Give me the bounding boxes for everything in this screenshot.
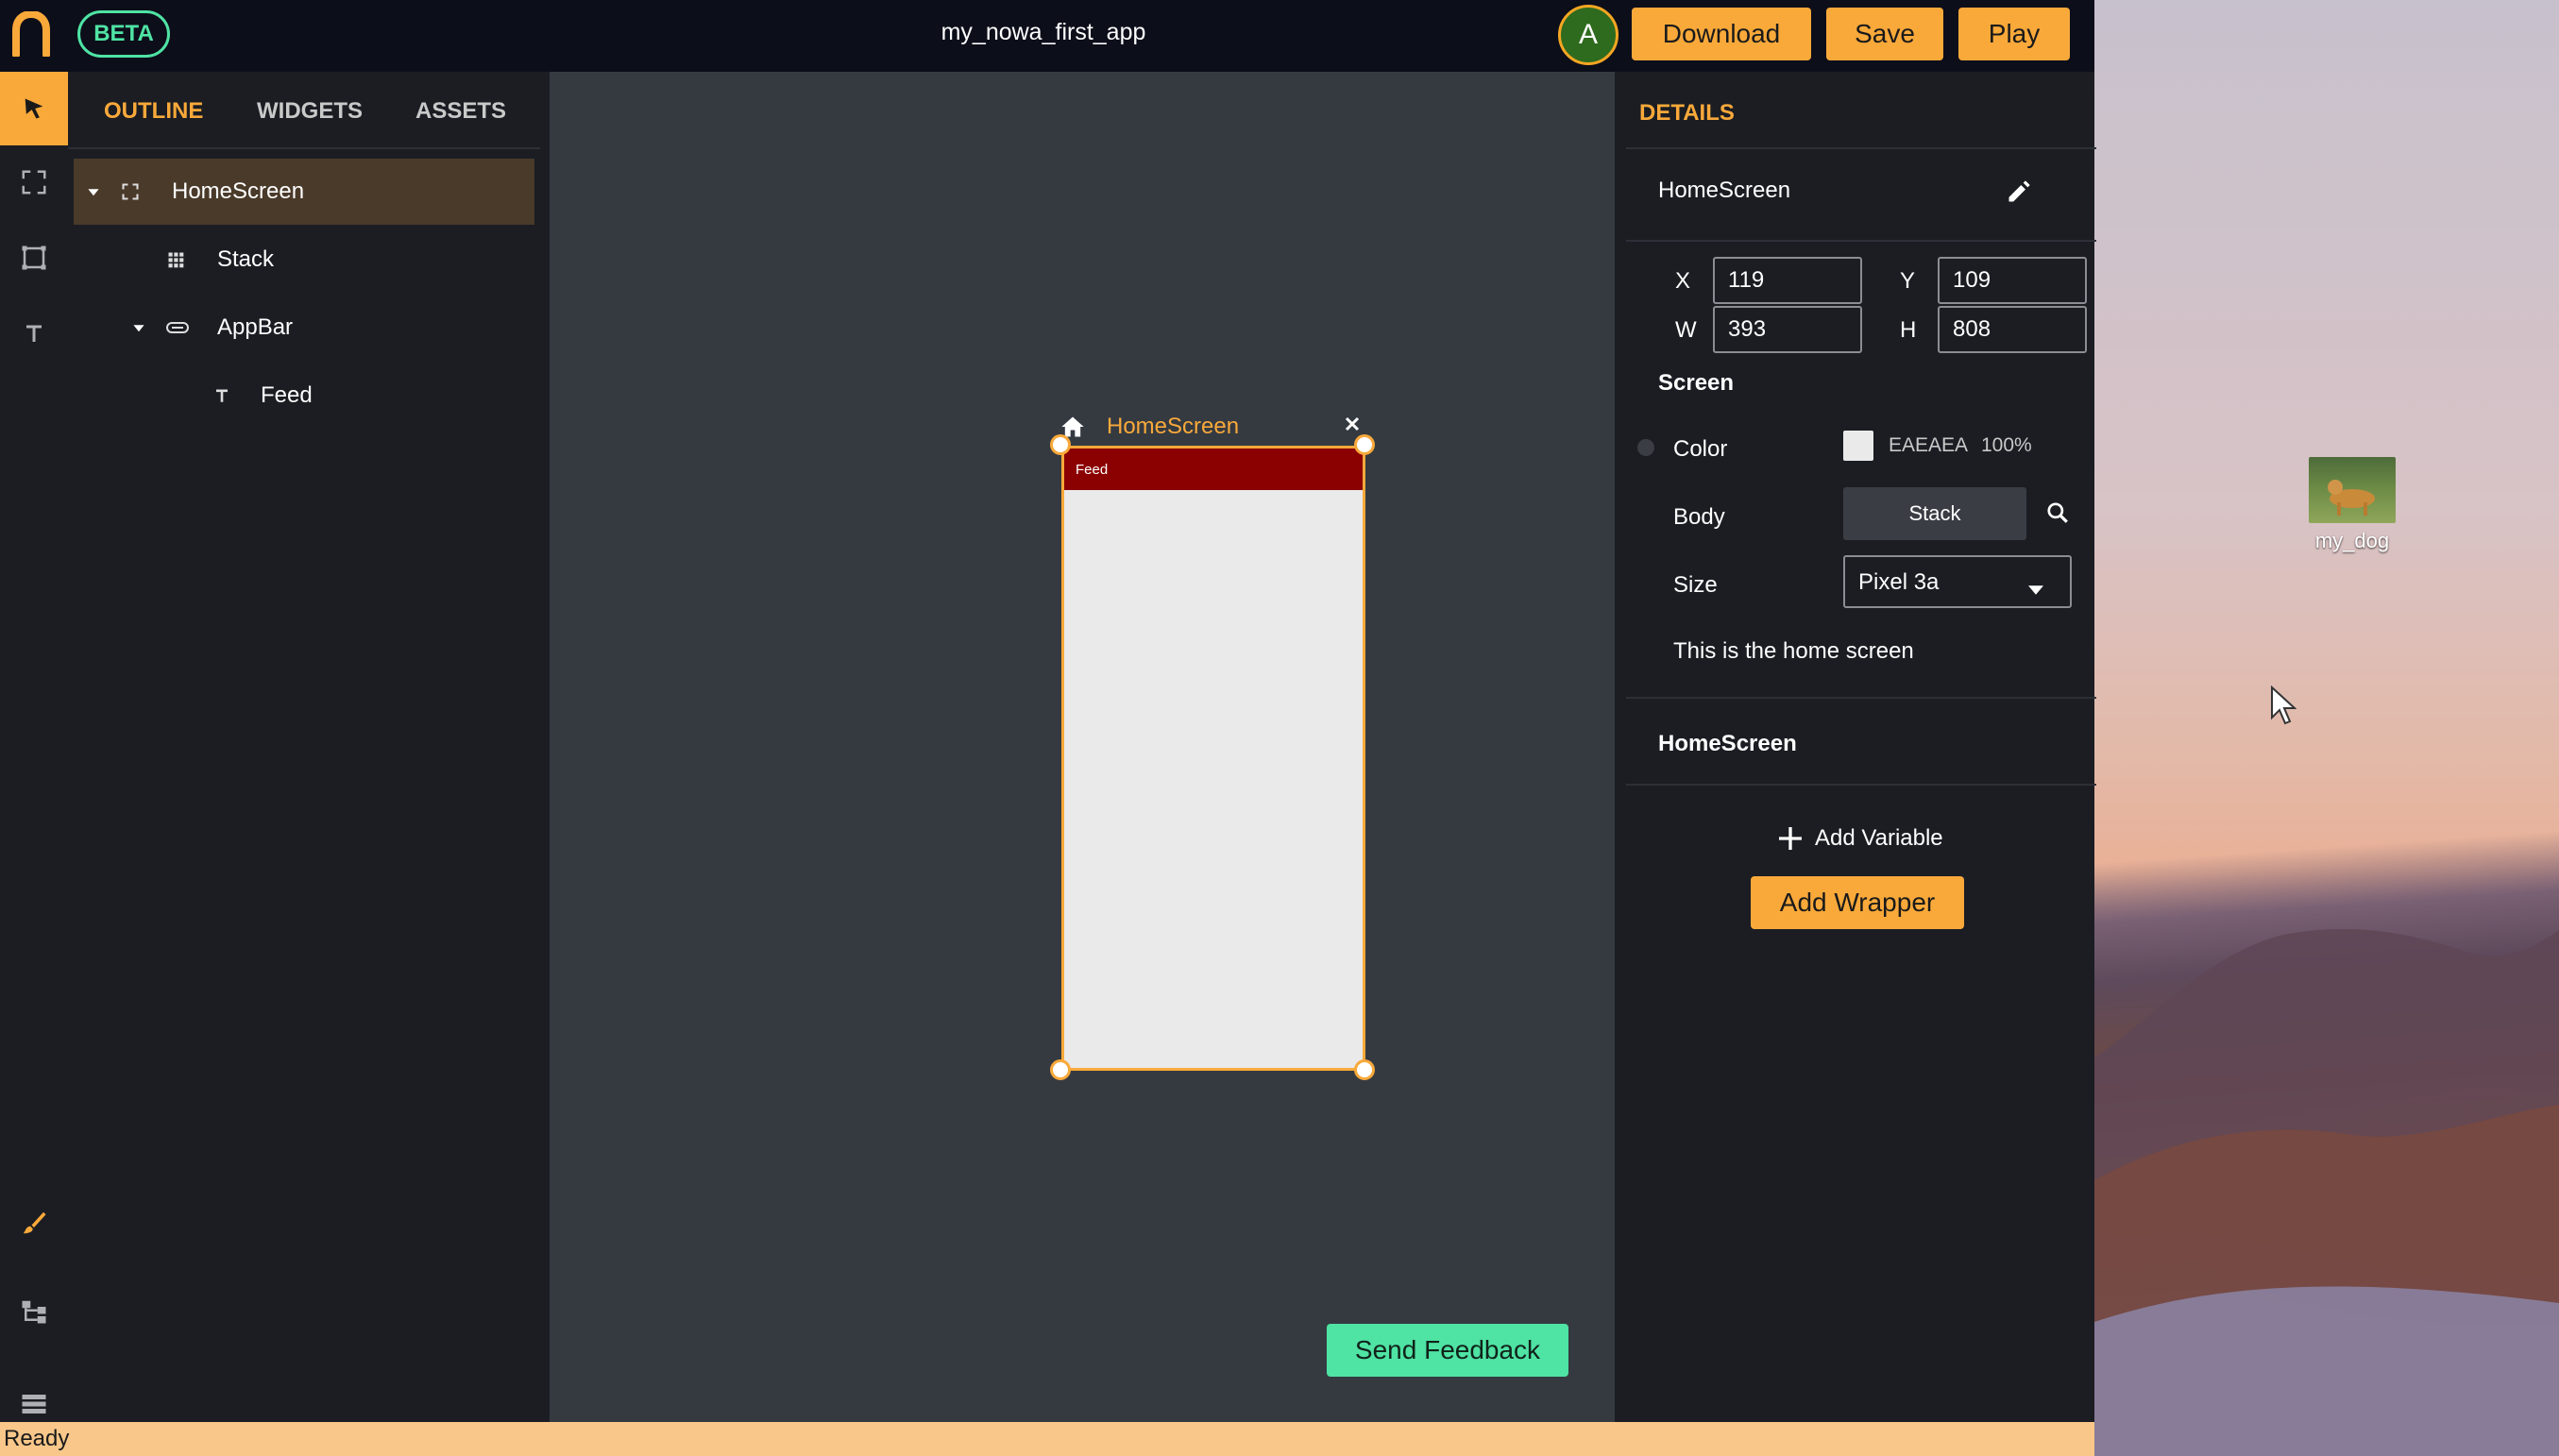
color-label: Color bbox=[1673, 436, 1728, 462]
tree-item-label: Stack bbox=[217, 246, 275, 272]
x-label: X bbox=[1675, 268, 1691, 294]
desktop-background bbox=[2094, 0, 2559, 1456]
chevron-down-icon[interactable] bbox=[87, 185, 100, 198]
chevron-down-icon bbox=[2028, 576, 2043, 602]
height-input[interactable] bbox=[1938, 306, 2087, 353]
variables-heading: HomeScreen bbox=[1658, 731, 1797, 756]
panel-tabs: OUTLINE WIDGETS ASSETS bbox=[68, 72, 540, 149]
divider bbox=[1626, 240, 2096, 242]
tree-item-appbar[interactable]: AppBar bbox=[74, 295, 534, 361]
x-position-input[interactable] bbox=[1713, 257, 1862, 304]
text-icon bbox=[26, 325, 42, 342]
tree-item-label: AppBar bbox=[217, 314, 294, 340]
text-tool[interactable] bbox=[0, 296, 68, 370]
select-tool[interactable] bbox=[0, 72, 68, 145]
list-icon bbox=[22, 1395, 46, 1414]
details-heading: DETAILS bbox=[1626, 72, 2096, 149]
section-title-screen: Screen bbox=[1658, 370, 1735, 396]
tab-assets[interactable]: ASSETS bbox=[415, 98, 506, 125]
hierarchy-tool[interactable] bbox=[0, 1275, 68, 1348]
resize-handle-bottom-right[interactable] bbox=[1354, 1059, 1375, 1080]
top-bar: BETA my_nowa_first_app A Download Save P… bbox=[0, 0, 2094, 72]
add-variable-button[interactable]: Add Variable bbox=[1775, 821, 1943, 855]
select-arrow-icon bbox=[25, 98, 43, 119]
divider bbox=[1626, 784, 2096, 786]
resize-handle-top-right[interactable] bbox=[1354, 434, 1375, 455]
tab-widgets[interactable]: WIDGETS bbox=[257, 98, 363, 125]
phone-screen-preview[interactable]: Feed bbox=[1061, 446, 1365, 1071]
y-position-input[interactable] bbox=[1938, 257, 2087, 304]
text-icon bbox=[213, 387, 230, 404]
frame-tool[interactable] bbox=[0, 221, 68, 295]
desktop-icon-label: my_dog bbox=[2314, 529, 2390, 552]
tree-item-label: Feed bbox=[261, 382, 313, 408]
mouse-pointer-icon bbox=[2270, 685, 2297, 730]
divider bbox=[1626, 697, 2096, 699]
dog-thumbnail bbox=[2309, 457, 2396, 523]
send-feedback-button[interactable]: Send Feedback bbox=[1327, 1324, 1568, 1377]
tab-outline[interactable]: OUTLINE bbox=[104, 98, 203, 125]
tree-item-label: HomeScreen bbox=[172, 178, 305, 204]
screen-icon bbox=[121, 182, 140, 201]
body-widget-button[interactable]: Stack bbox=[1843, 487, 2026, 540]
play-button[interactable]: Play bbox=[1958, 8, 2070, 60]
add-wrapper-button[interactable]: Add Wrapper bbox=[1751, 876, 1964, 929]
component-name: HomeScreen bbox=[1658, 178, 1791, 203]
fullscreen-icon bbox=[22, 170, 46, 195]
resize-handle-bottom-left[interactable] bbox=[1050, 1059, 1071, 1080]
appbar-icon bbox=[166, 320, 189, 335]
outline-panel: OUTLINE WIDGETS ASSETS HomeScreen Stack bbox=[68, 72, 550, 1422]
device-size-select[interactable]: Pixel 3a bbox=[1843, 555, 2072, 608]
status-text: Ready bbox=[4, 1426, 70, 1451]
resize-handle-top-left[interactable] bbox=[1050, 434, 1071, 455]
plus-icon bbox=[1779, 827, 1802, 850]
style-tool[interactable] bbox=[0, 1186, 68, 1260]
color-binding-dot[interactable] bbox=[1637, 439, 1654, 456]
fullscreen-tool[interactable] bbox=[0, 145, 68, 219]
chevron-down-icon[interactable] bbox=[132, 321, 145, 334]
screen-title-bar[interactable]: HomeScreen bbox=[1059, 411, 1371, 445]
appbar-preview[interactable]: Feed bbox=[1064, 449, 1363, 490]
search-icon[interactable] bbox=[2045, 500, 2070, 530]
tree-item-stack[interactable]: Stack bbox=[74, 227, 534, 293]
save-button[interactable]: Save bbox=[1826, 8, 1943, 60]
edit-pencil-icon[interactable] bbox=[2006, 178, 2032, 210]
tool-rail bbox=[0, 72, 68, 1422]
color-opacity-value[interactable]: 100% bbox=[1981, 434, 2032, 457]
h-label: H bbox=[1900, 317, 1917, 343]
size-label: Size bbox=[1673, 572, 1718, 598]
status-bar: Ready bbox=[0, 1422, 2094, 1456]
mountain-landscape bbox=[2094, 928, 2559, 1456]
add-variable-label: Add Variable bbox=[1815, 825, 1943, 851]
download-button[interactable]: Download bbox=[1632, 8, 1811, 60]
tree-item-feed[interactable]: Feed bbox=[74, 363, 534, 429]
device-size-value: Pixel 3a bbox=[1858, 569, 1940, 595]
color-hex-value[interactable]: EAEAEA bbox=[1889, 434, 1968, 457]
w-label: W bbox=[1675, 317, 1697, 343]
tree-item-homescreen[interactable]: HomeScreen bbox=[74, 159, 534, 225]
user-avatar[interactable]: A bbox=[1558, 5, 1618, 65]
y-label: Y bbox=[1900, 268, 1916, 294]
width-input[interactable] bbox=[1713, 306, 1862, 353]
hierarchy-icon bbox=[22, 1300, 46, 1324]
body-label: Body bbox=[1673, 504, 1725, 530]
screen-name-label: HomeScreen bbox=[1107, 414, 1240, 439]
grid-icon bbox=[166, 250, 185, 269]
color-swatch[interactable] bbox=[1843, 431, 1873, 461]
screen-description: This is the home screen bbox=[1673, 638, 1914, 664]
frame-icon bbox=[22, 245, 46, 270]
nowa-app-window: BETA my_nowa_first_app A Download Save P… bbox=[0, 0, 2096, 1456]
desktop-icon-my-dog[interactable]: my_dog bbox=[2309, 457, 2396, 553]
brush-icon bbox=[23, 1211, 46, 1234]
